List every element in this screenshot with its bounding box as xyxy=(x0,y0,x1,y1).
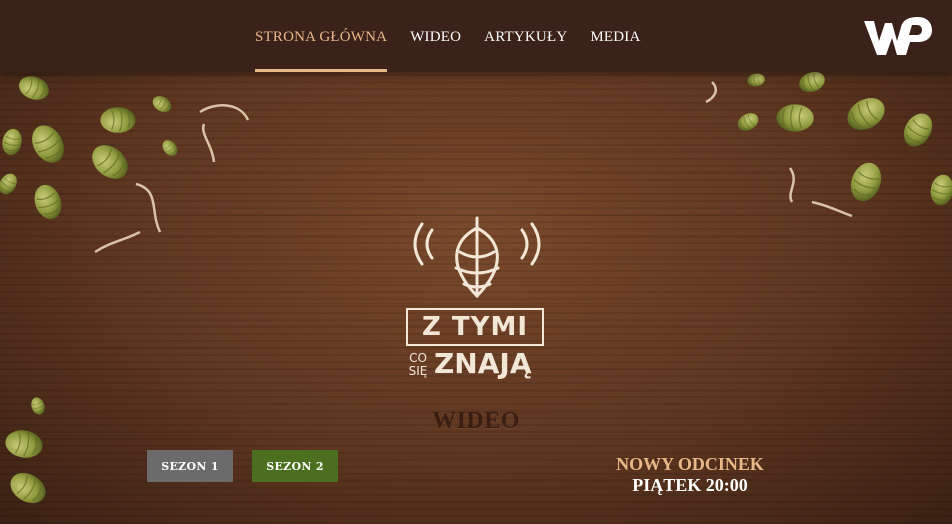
nav-item-media[interactable]: MEDIA xyxy=(590,0,640,72)
next-episode-info: NOWY ODCINEK PIĄTEK 20:00 xyxy=(590,454,790,496)
nav-item-articles[interactable]: ARTYKUŁY xyxy=(484,0,567,72)
main-nav: STRONA GŁÓWNA WIDEO ARTYKUŁY MEDIA xyxy=(255,0,664,72)
season-1-button[interactable]: SEZON 1 xyxy=(147,450,233,482)
hero-area: Z TYMI CO SIĘ ZNAJĄ WIDEO SEZON 1 SEZON … xyxy=(0,72,952,524)
section-title-video: WIDEO xyxy=(432,408,520,434)
logo-small-words: CO SIĘ xyxy=(406,352,430,378)
nav-item-video[interactable]: WIDEO xyxy=(410,0,461,72)
logo-line-2: ZNAJĄ xyxy=(434,347,532,380)
next-episode-label: NOWY ODCINEK xyxy=(616,454,764,474)
nav-item-home[interactable]: STRONA GŁÓWNA xyxy=(255,0,388,72)
top-navigation-bar: STRONA GŁÓWNA WIDEO ARTYKUŁY MEDIA xyxy=(0,0,952,72)
logo-line-1: Z TYMI xyxy=(406,308,544,346)
season-2-button[interactable]: SEZON 2 xyxy=(252,450,338,482)
wp-logo-icon xyxy=(864,17,932,55)
wp-logo[interactable] xyxy=(860,11,934,59)
next-episode-time: PIĄTEK 20:00 xyxy=(632,475,748,495)
show-logo: Z TYMI CO SIĘ ZNAJĄ xyxy=(404,144,550,380)
logo-word-sie: SIĘ xyxy=(408,364,428,378)
hop-broadcast-icon xyxy=(413,216,541,299)
